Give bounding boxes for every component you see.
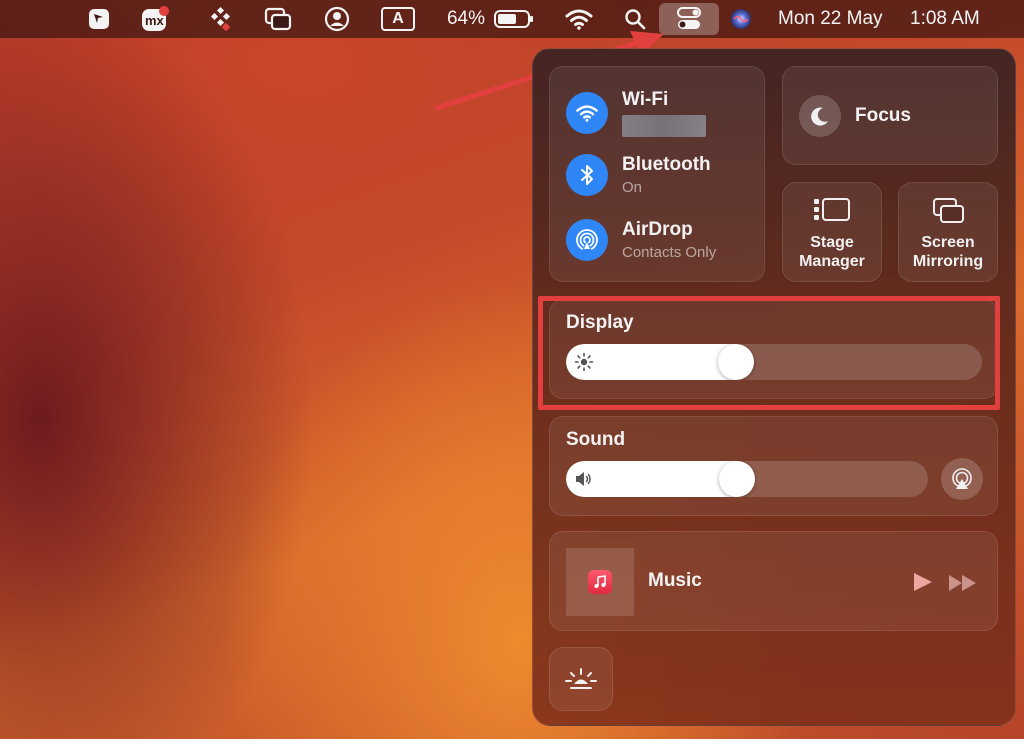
airdrop-row[interactable]: AirDrop Contacts Only <box>566 219 716 261</box>
screen-mirroring-tile[interactable]: Screen Mirroring <box>898 182 998 282</box>
wifi-label: Wi-Fi <box>622 89 669 110</box>
play-icon[interactable] <box>912 572 934 597</box>
screen-mirroring-label-1: Screen <box>921 234 975 251</box>
airdrop-label: AirDrop <box>622 219 693 240</box>
keyboard-brightness-icon <box>565 668 597 689</box>
wifi-row[interactable]: Wi-Fi <box>566 89 706 137</box>
display-highlight-box <box>538 296 1000 410</box>
sound-tile: Sound <box>549 416 998 516</box>
bluetooth-row[interactable]: Bluetooth On <box>566 154 711 196</box>
volume-slider-knob[interactable] <box>719 461 755 497</box>
bluetooth-icon[interactable] <box>566 154 608 196</box>
screen-mirroring-label-2: Mirroring <box>912 253 984 270</box>
airdrop-status: Contacts Only <box>622 244 717 261</box>
album-art <box>566 548 634 616</box>
screen-mirroring-icon <box>932 197 966 230</box>
fast-forward-icon[interactable] <box>948 574 978 597</box>
music-note-icon <box>588 570 612 594</box>
bluetooth-label: Bluetooth <box>622 154 711 175</box>
focus-tile[interactable]: Focus <box>782 66 998 165</box>
connectivity-tile: Wi-Fi Bluetooth On AirDrop Contacts Only <box>549 66 765 282</box>
stage-manager-label-2: Manager <box>799 253 865 270</box>
moon-icon <box>799 94 841 137</box>
focus-label: Focus <box>855 104 911 126</box>
music-label: Music <box>648 570 702 591</box>
music-tile[interactable]: Music <box>549 531 998 631</box>
speaker-icon <box>576 472 591 486</box>
wifi-network-redacted <box>622 115 706 137</box>
airplay-audio-icon[interactable] <box>941 458 983 500</box>
wifi-toggle-icon[interactable] <box>566 92 608 134</box>
keyboard-brightness-tile[interactable] <box>549 647 613 711</box>
stage-manager-icon <box>813 197 851 228</box>
stage-manager-label-1: Stage <box>810 234 854 251</box>
stage-manager-tile[interactable]: Stage Manager <box>782 182 882 282</box>
bluetooth-status: On <box>622 179 643 196</box>
volume-slider[interactable] <box>566 461 928 497</box>
airdrop-icon[interactable] <box>566 219 608 261</box>
sound-label: Sound <box>566 429 626 450</box>
